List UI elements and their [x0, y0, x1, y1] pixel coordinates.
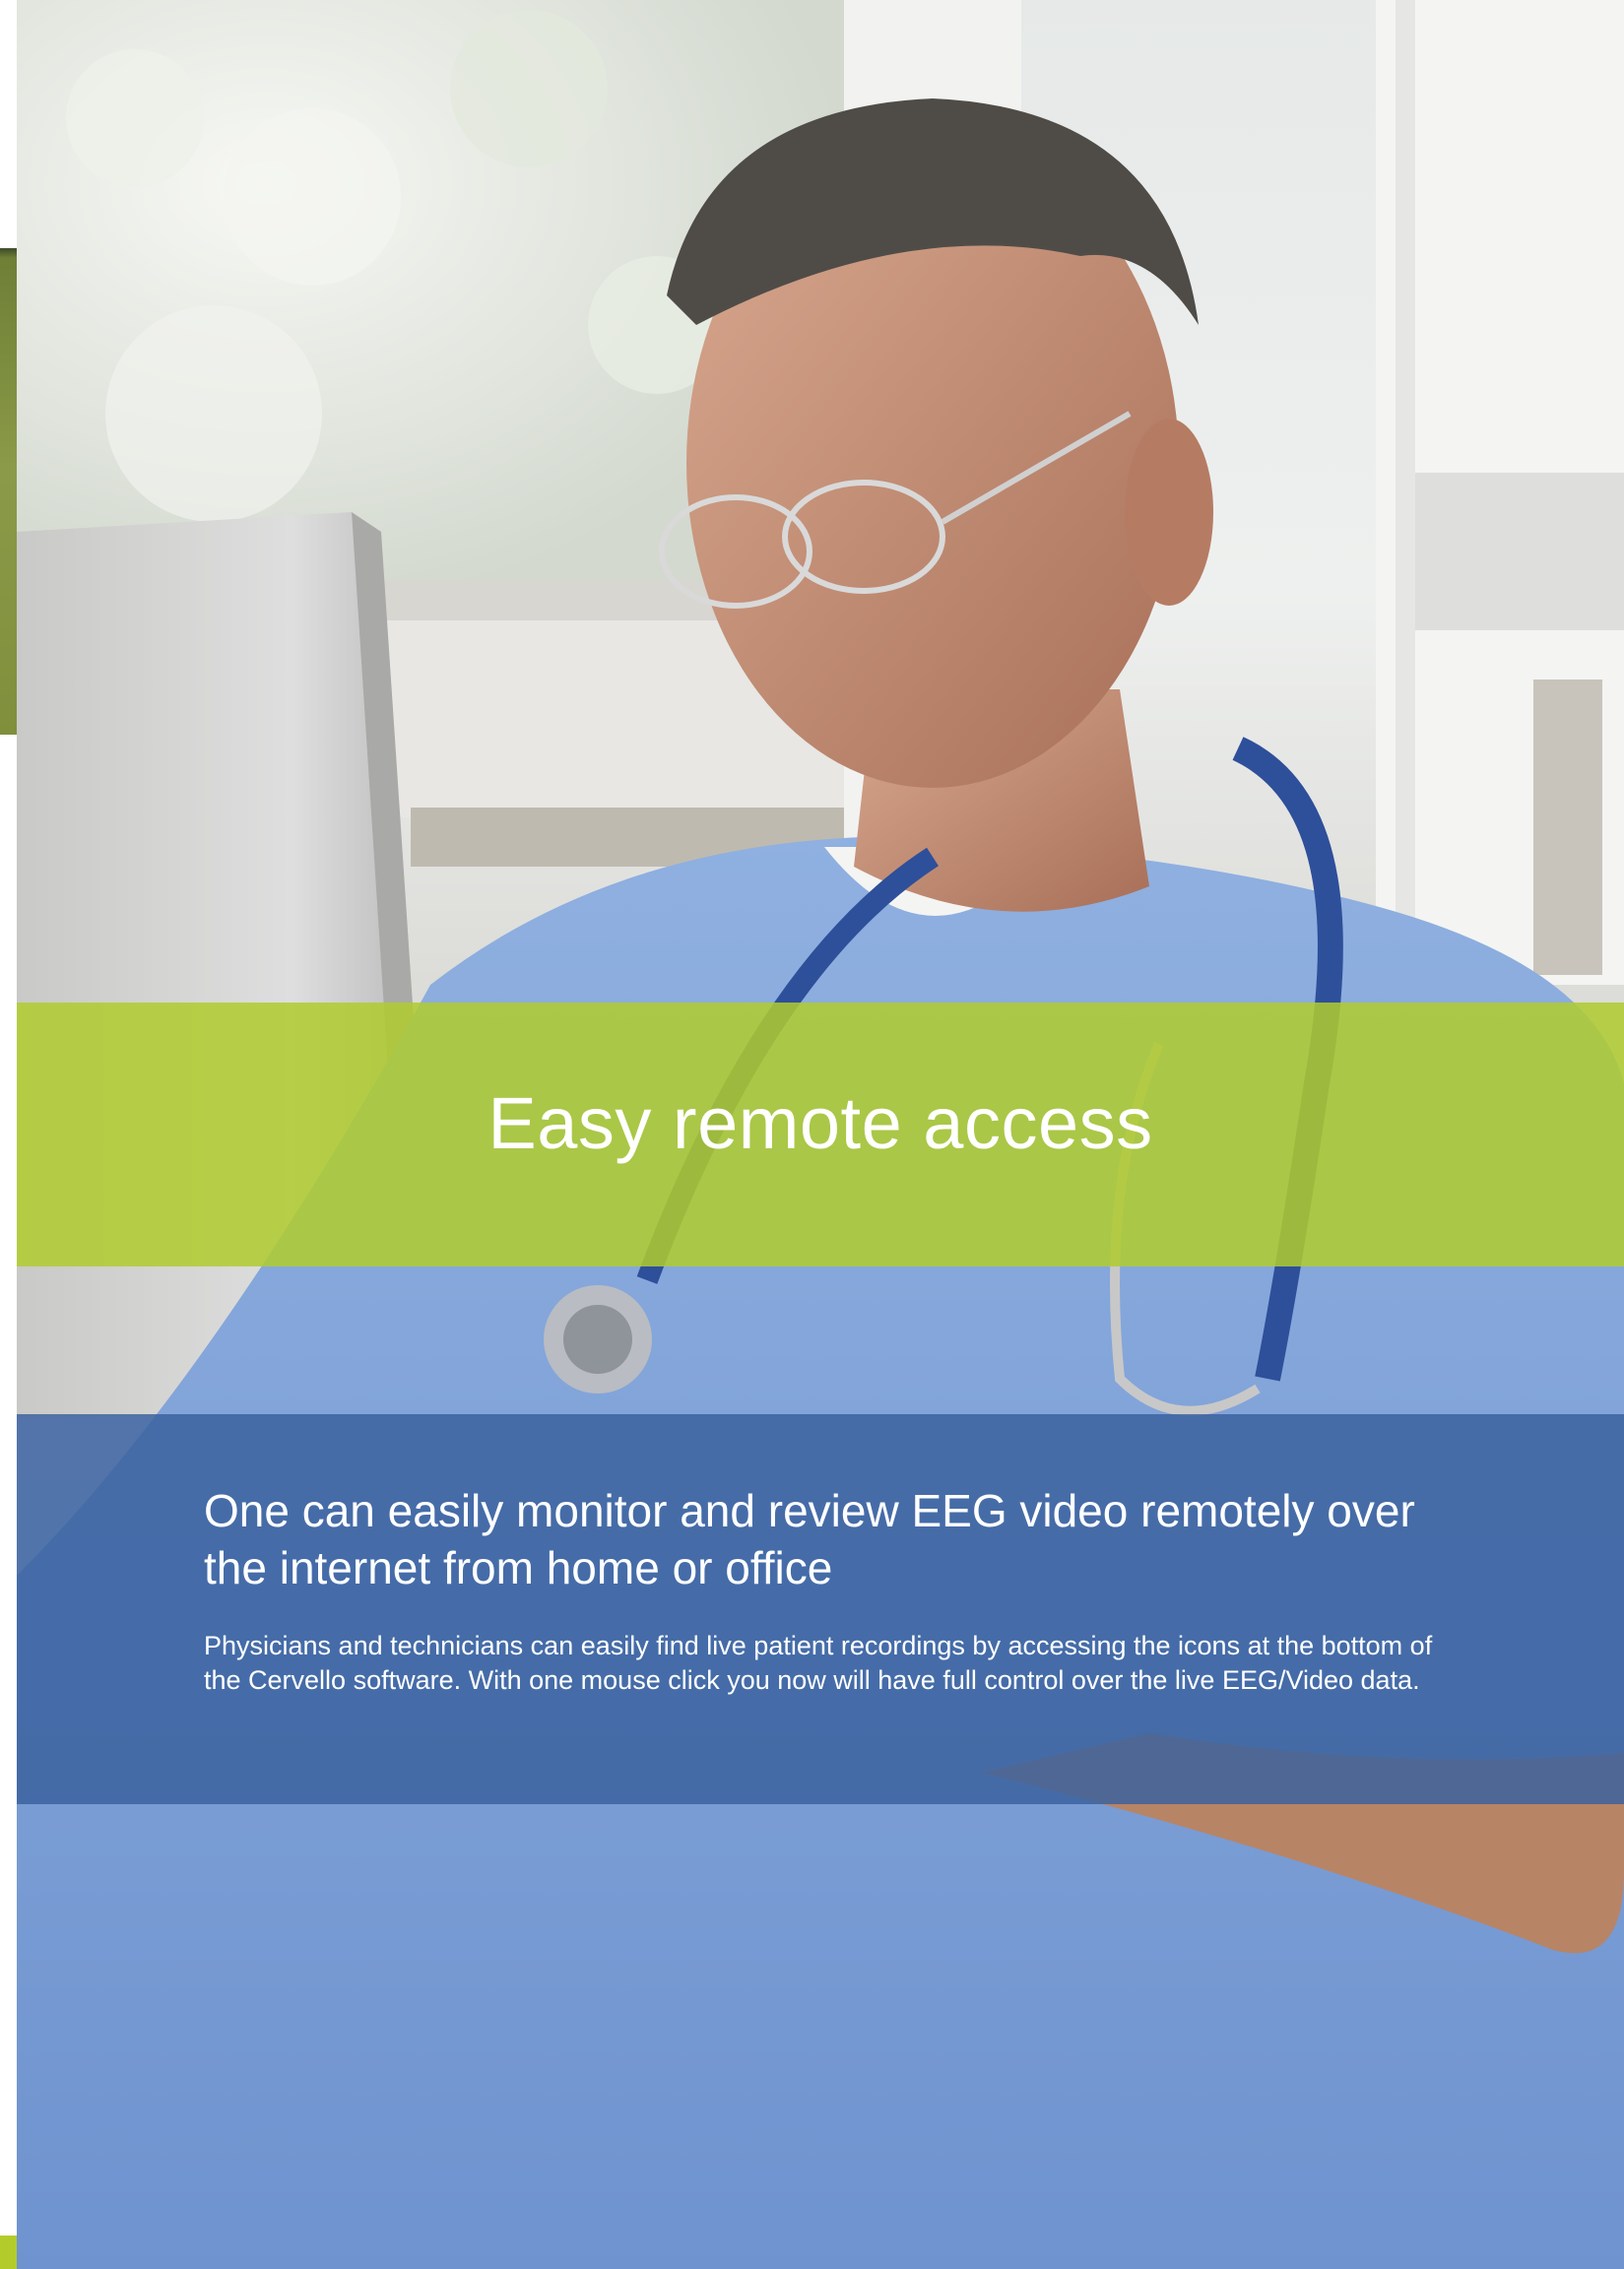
section-body: Physicians and technicians can easily fi… [204, 1631, 1433, 1695]
previous-page-photo-edge [0, 248, 17, 735]
page-headline: Easy remote access [487, 1082, 1153, 1164]
info-band [17, 1414, 1624, 1804]
previous-page-edge [0, 0, 17, 2269]
section-subheading: One can easily monitor and review EEG vi… [204, 1485, 1415, 1593]
previous-page-green-edge [0, 2236, 17, 2269]
